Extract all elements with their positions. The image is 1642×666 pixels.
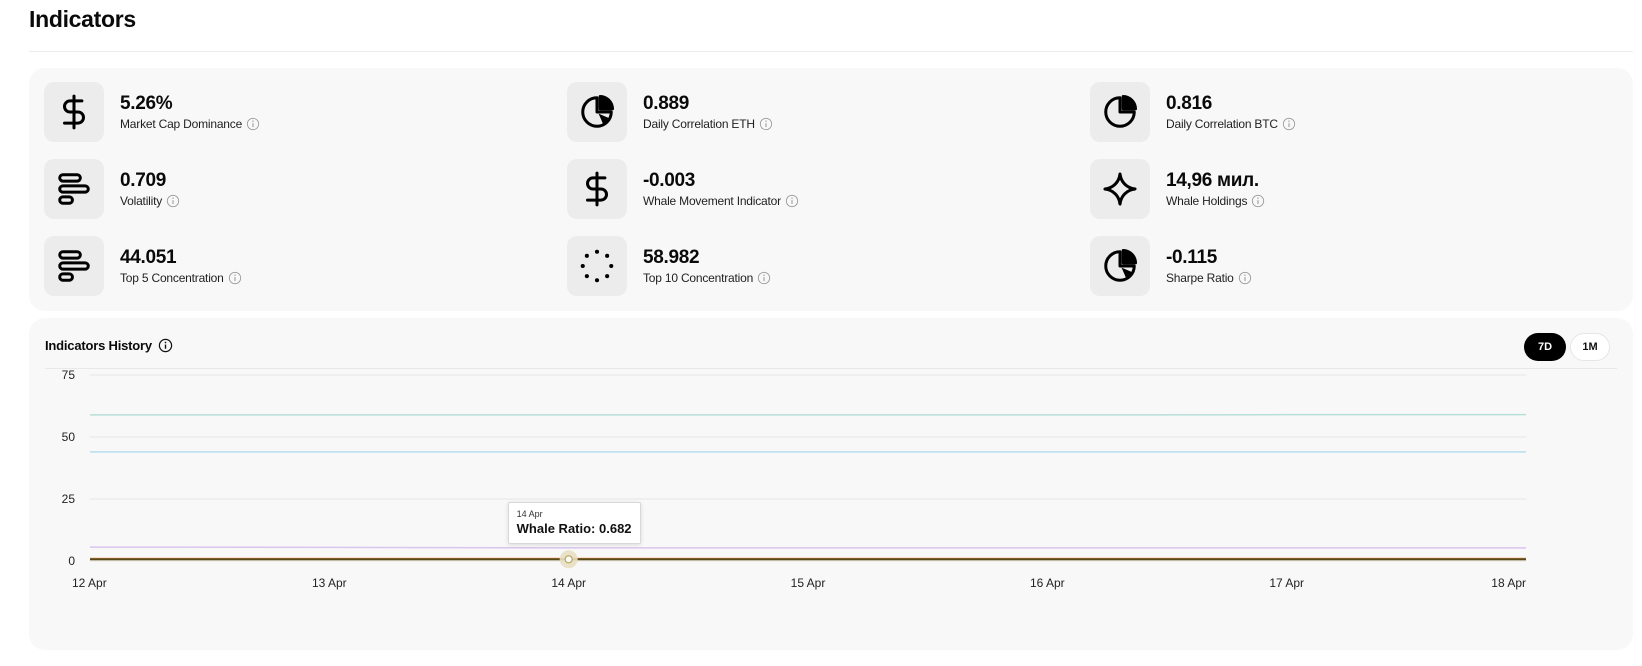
pie-chart-icon — [1090, 82, 1150, 142]
metric-value: 5.26% — [120, 92, 173, 114]
metric-daily-correlation-eth: 0.889 Daily Correlation ETH — [567, 82, 773, 142]
loader-icon — [567, 236, 627, 296]
page-title: Indicators — [29, 6, 136, 32]
metric-daily-correlation-btc: 0.816 Daily Correlation BTC — [1090, 82, 1296, 142]
dollar-icon — [567, 159, 627, 219]
x-tick-label: 16 Apr — [1030, 576, 1065, 590]
x-tick-label: 12 Apr — [72, 576, 107, 590]
y-tick-label: 50 — [62, 430, 76, 444]
metric-label: Volatility — [120, 193, 163, 208]
tooltip-date: 14 Apr — [516, 509, 543, 520]
info-icon[interactable] — [246, 117, 260, 131]
info-icon[interactable] — [1282, 117, 1296, 131]
metric-market-cap-dominance: 5.26% Market Cap Dominance — [44, 82, 260, 142]
bars-icon — [44, 159, 104, 219]
x-tick-label: 13 Apr — [312, 576, 347, 590]
y-tick-label: 0 — [68, 554, 75, 568]
metric-value: 14,96 мил. — [1166, 169, 1259, 191]
tooltip-value: Whale Ratio: 0.682 — [516, 521, 632, 537]
sparkle-icon — [1090, 159, 1150, 219]
pie-chart-icon — [567, 82, 627, 142]
metric-top-5-concentration: 44.051 Top 5 Concentration — [44, 236, 242, 296]
metric-label: Whale Holdings — [1166, 193, 1248, 208]
title-divider — [29, 51, 1633, 52]
x-tick-label: 17 Apr — [1269, 576, 1304, 590]
metrics-panel: 5.26% Market Cap Dominance 0.889 Daily C… — [29, 68, 1633, 311]
info-icon[interactable] — [785, 194, 799, 208]
pie-chart-icon — [1090, 236, 1150, 296]
metric-value: 58.982 — [643, 246, 700, 268]
metric-label: Top 5 Concentration — [120, 270, 224, 285]
metric-label: Market Cap Dominance — [120, 116, 243, 131]
chart-tooltip: 14 Apr Whale Ratio: 0.682 — [507, 502, 641, 545]
highlight-point — [564, 555, 573, 564]
info-icon[interactable] — [757, 271, 771, 285]
info-icon[interactable] — [1251, 194, 1265, 208]
metric-value: 44.051 — [120, 246, 177, 268]
metric-whale-movement-indicator: -0.003 Whale Movement Indicator — [567, 159, 799, 219]
metric-label: Whale Movement Indicator — [643, 193, 781, 208]
metric-label: Sharpe Ratio — [1166, 270, 1234, 285]
x-tick-label: 15 Apr — [791, 576, 826, 590]
metric-volatility: 0.709 Volatility — [44, 159, 180, 219]
metric-label: Daily Correlation BTC — [1166, 116, 1278, 131]
indicators-history-panel: Indicators History 7D 1M 0 25 50 75 12 Apr 13… — [29, 318, 1633, 650]
metric-value: 0.889 — [643, 92, 690, 114]
x-tick-label: 18 Apr — [1491, 576, 1526, 590]
metric-value: 0.709 — [120, 169, 167, 191]
metric-label: Daily Correlation ETH — [643, 116, 755, 131]
metric-whale-holdings: 14,96 мил. Whale Holdings — [1090, 159, 1265, 219]
series-line — [89, 546, 1526, 549]
dollar-icon — [44, 82, 104, 142]
bars-icon — [44, 236, 104, 296]
metric-value: -0.003 — [643, 169, 696, 191]
metric-top-10-concentration: 58.982 Top 10 Concentration — [567, 236, 771, 296]
info-icon[interactable] — [166, 194, 180, 208]
metric-value: 0.816 — [1166, 92, 1213, 114]
info-icon[interactable] — [759, 117, 773, 131]
y-tick-label: 25 — [62, 492, 76, 506]
indicators-history-chart[interactable]: 0 25 50 75 12 Apr 13 Apr 14 Apr 15 Apr 16 Apr 17 … — [29, 318, 1633, 650]
metric-label: Top 10 Concentration — [643, 270, 754, 285]
metric-sharpe-ratio: -0.115 Sharpe Ratio — [1090, 236, 1252, 296]
metric-value: -0.115 — [1166, 246, 1218, 268]
x-tick-label: 14 Apr — [551, 576, 586, 590]
info-icon[interactable] — [1238, 271, 1252, 285]
y-tick-label: 75 — [62, 368, 76, 382]
info-icon[interactable] — [228, 271, 242, 285]
